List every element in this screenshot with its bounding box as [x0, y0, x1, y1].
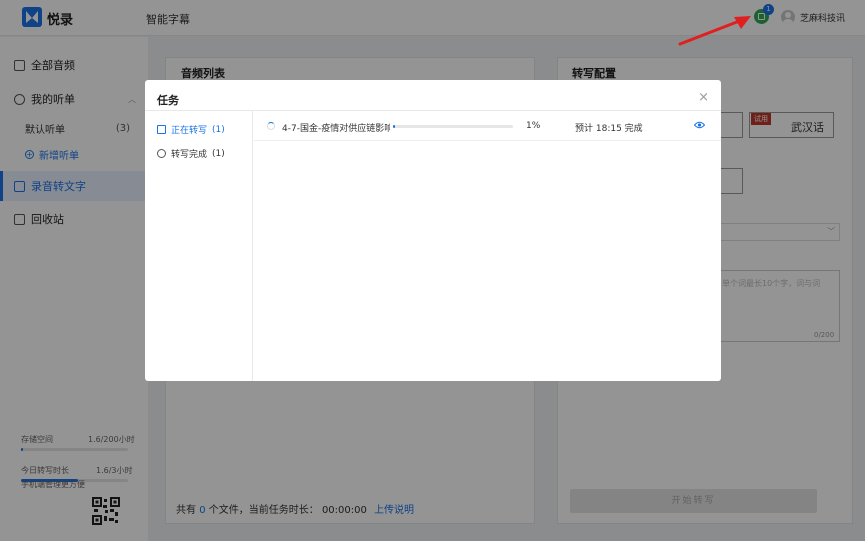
- task-progress-fill: [393, 125, 396, 128]
- tab-label: 正在转写: [171, 126, 208, 136]
- task-progress-text: 1%: [526, 121, 541, 131]
- tab-count: (1): [212, 124, 225, 135]
- check-circle-icon: [157, 149, 166, 158]
- task-file-name: 4-7-国金-疫情对供应链影响: [282, 124, 390, 134]
- task-eta: 预计 18:15 完成: [575, 124, 643, 134]
- task-progress-bar: [393, 125, 513, 128]
- task-row: 4-7-国金-疫情对供应链影响 1% 预计 18:15 完成: [254, 111, 721, 141]
- close-icon[interactable]: ×: [698, 90, 709, 105]
- dialog-tab-list: 正在转写 (1) 转写完成 (1): [145, 111, 253, 381]
- annotation-arrow-icon: [678, 16, 751, 46]
- loading-spinner-icon: [267, 122, 275, 130]
- tab-completed[interactable]: 转写完成 (1): [157, 147, 225, 160]
- tab-transcribing[interactable]: 正在转写 (1): [157, 123, 225, 136]
- dialog-title: 任务: [157, 94, 179, 107]
- tab-label: 转写完成: [171, 150, 208, 160]
- transcribe-icon: [157, 125, 166, 134]
- eye-icon[interactable]: [694, 121, 705, 129]
- task-dialog: 任务 × 正在转写 (1) 转写完成 (1) 4-7-国金-疫情对供应链影响 1…: [145, 80, 721, 381]
- tab-count: (1): [212, 148, 225, 159]
